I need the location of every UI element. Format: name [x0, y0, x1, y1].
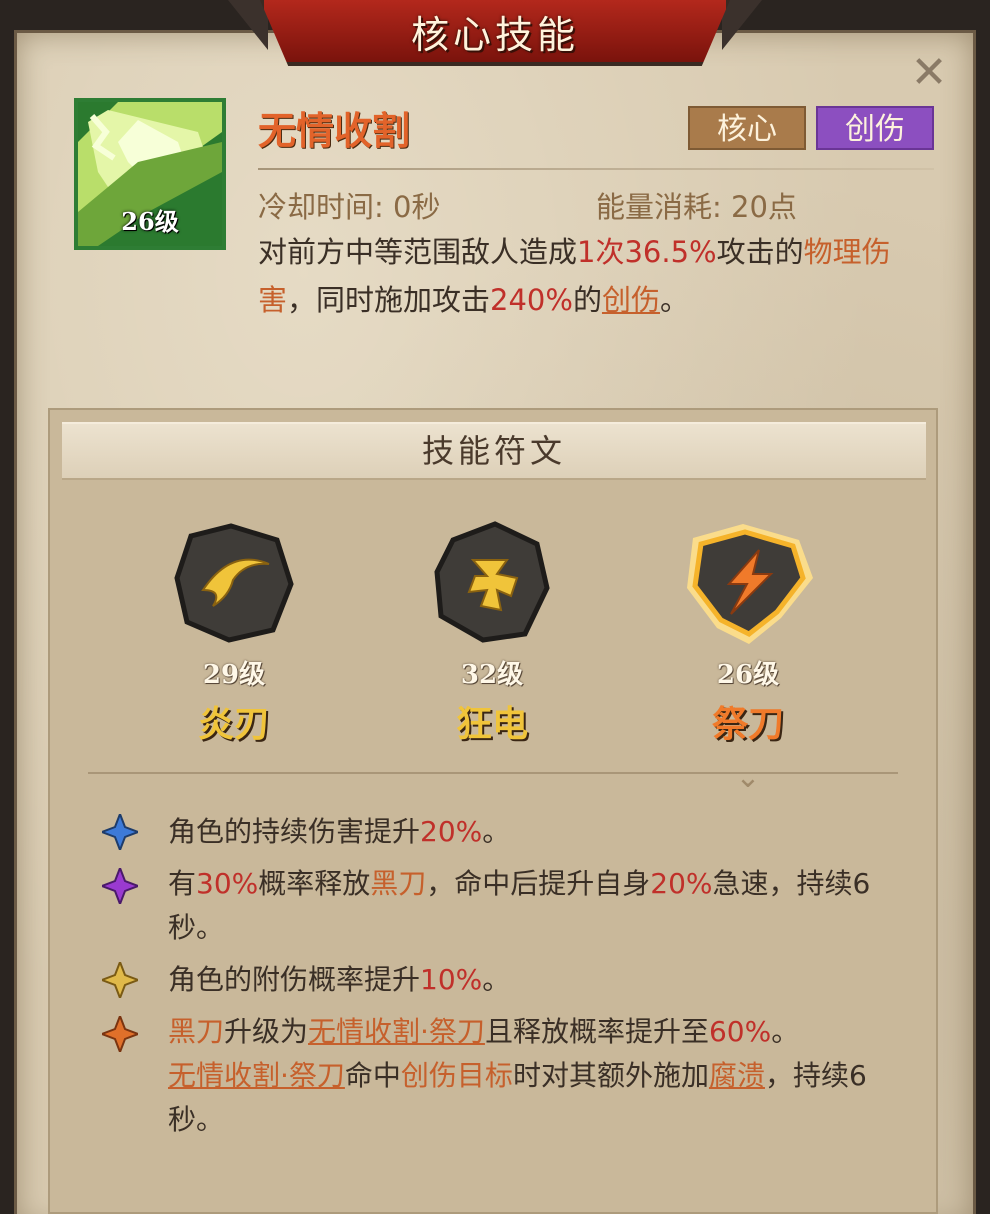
- skill-level: 26级: [121, 207, 179, 236]
- rune-option-kuangdian[interactable]: 32级 狂电: [412, 518, 572, 747]
- rune-name: 炎刃: [197, 704, 270, 745]
- desc-text: 对前方中等范围敌人造成: [258, 235, 578, 269]
- crescent-icon: [174, 523, 294, 643]
- shuriken-icon: [434, 521, 550, 643]
- rune-divider: [88, 772, 898, 774]
- rune-name: 祭刀: [711, 704, 784, 745]
- close-icon[interactable]: ✕: [906, 50, 952, 96]
- skill-icon[interactable]: 26级: [74, 98, 226, 250]
- gold-star-icon: [102, 962, 138, 998]
- skill-description: 对前方中等范围敌人造成1次36.5%攻击的物理伤害，同时施加攻击240%的创伤。: [258, 228, 918, 324]
- effect-text: 。: [482, 963, 511, 996]
- cooldown-text: 冷却时间: 0秒: [258, 190, 441, 224]
- energy-text: 能量消耗: 20点: [596, 190, 797, 224]
- effect-value: 30%: [196, 867, 259, 900]
- rune-level: 29级: [202, 660, 266, 690]
- effect-text: 且释放概率提升至: [484, 1015, 709, 1048]
- effect-link-decay[interactable]: 腐溃: [709, 1059, 765, 1092]
- rune-section-header: 技能符文: [62, 422, 926, 480]
- desc-text: ，同时施加攻击: [287, 283, 491, 317]
- purple-star-icon: [102, 868, 138, 904]
- effect-link-skill[interactable]: 无情收割·祭刀: [168, 1059, 345, 1092]
- window-title: 核心技能: [410, 13, 579, 57]
- blue-star-icon: [102, 814, 138, 850]
- chevron-down-icon: ⌄: [735, 760, 761, 795]
- rune-option-jidao-selected[interactable]: 26级 祭刀: [668, 518, 828, 747]
- effect-text: 有: [168, 867, 197, 900]
- effect-text: 角色的持续伤害提升: [168, 815, 421, 848]
- rune-level: 32级: [460, 660, 524, 690]
- effect-text: 。: [482, 815, 511, 848]
- tag-wound: 创伤: [816, 106, 934, 150]
- effect-value: 20%: [650, 867, 713, 900]
- desc-text: 攻击的: [716, 235, 804, 269]
- rune-level: 26级: [716, 660, 780, 690]
- skill-name: 无情收割: [258, 109, 411, 153]
- desc-value: 36.5%: [624, 235, 717, 269]
- effect-text: 升级为: [224, 1015, 309, 1048]
- desc-text: 。: [659, 283, 689, 317]
- effect-value: 10%: [420, 963, 483, 996]
- effect-text: ，命中后提升自身: [426, 867, 651, 900]
- lightning-icon: [687, 524, 813, 644]
- desc-text: 的: [572, 283, 602, 317]
- effect-text: 命中: [344, 1059, 401, 1092]
- effect-keyword: 创伤目标: [400, 1059, 513, 1092]
- rune-name: 狂电: [455, 704, 528, 745]
- rune-option-yanren[interactable]: 29级 炎刃: [154, 518, 314, 747]
- orange-star-icon: [102, 1016, 138, 1052]
- effect-text: 概率释放: [258, 867, 371, 900]
- effect-keyword: 黑刀: [370, 867, 427, 900]
- effect-1: 角色的持续伤害提升20%。: [168, 810, 888, 854]
- effect-value: 60%: [708, 1015, 772, 1048]
- effect-2: 有30%概率释放黑刀，命中后提升自身20%急速，持续6秒。: [168, 862, 888, 950]
- effect-link-skill[interactable]: 无情收割·祭刀: [308, 1015, 485, 1048]
- effect-keyword: 黑刀: [168, 1015, 225, 1048]
- divider: [258, 168, 934, 170]
- effect-text: 时对其额外施加: [512, 1059, 709, 1092]
- desc-value: 240%: [490, 283, 573, 317]
- desc-value: 1次: [577, 235, 625, 269]
- desc-link-wound[interactable]: 创伤: [602, 283, 660, 317]
- effect-4: 黑刀升级为无情收割·祭刀且释放概率提升至60%。 无情收割·祭刀命中创伤目标时对其…: [168, 1010, 888, 1142]
- tag-core: 核心: [688, 106, 806, 150]
- effect-value: 20%: [420, 815, 483, 848]
- effect-text: 。: [771, 1015, 800, 1048]
- effect-3: 角色的附伤概率提升10%。: [168, 958, 888, 1002]
- effect-text: 角色的附伤概率提升: [168, 963, 421, 996]
